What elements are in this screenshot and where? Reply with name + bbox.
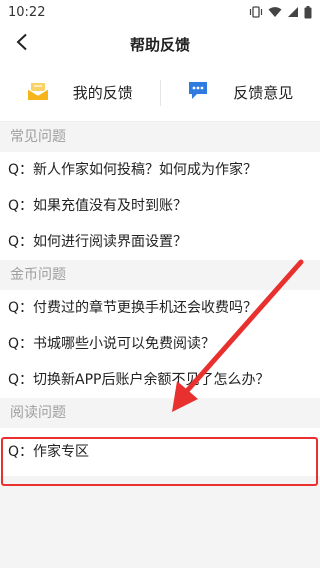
page-title: 帮助反馈 (129, 35, 190, 54)
status-icons (249, 5, 312, 19)
section-header-coins: 金币问题 (0, 260, 320, 290)
my-feedback-button[interactable]: 我的反馈 (0, 64, 160, 121)
status-bar: 10:22 (0, 0, 320, 24)
status-time: 10:22 (8, 4, 46, 20)
reading-questions-list: Q：作家专区 (0, 428, 320, 476)
mail-icon (27, 81, 49, 105)
signal-icon (287, 6, 299, 18)
top-actions: 我的反馈 反馈意见 (0, 64, 320, 122)
my-feedback-label: 我的反馈 (72, 84, 133, 102)
faq-item[interactable]: Q：如何进行阅读界面设置？ (0, 224, 320, 260)
faq-item[interactable]: Q：如果充值没有及时到账？ (0, 188, 320, 224)
faq-item[interactable]: Q：书城哪些小说可以免费阅读？ (0, 326, 320, 362)
chat-icon (187, 81, 209, 105)
faq-item-writer-zone[interactable]: Q：作家专区 (0, 428, 320, 476)
section-header-common: 常见问题 (0, 122, 320, 152)
back-button[interactable] (8, 30, 36, 58)
faq-item[interactable]: Q：付费过的章节更换手机还会收费吗？ (0, 290, 320, 326)
chevron-left-icon (16, 33, 28, 55)
submit-feedback-label: 反馈意见 (233, 84, 294, 102)
submit-feedback-button[interactable]: 反馈意见 (161, 64, 320, 121)
faq-item[interactable]: Q：切换新APP后账户余额不见了怎么办？ (0, 362, 320, 398)
battery-icon (304, 5, 312, 19)
section-header-reading: 阅读问题 (0, 398, 320, 428)
coin-questions-list: Q：付费过的章节更换手机还会收费吗？ Q：书城哪些小说可以免费阅读？ Q：切换新… (0, 290, 320, 398)
common-questions-list: Q：新人作家如何投稿？如何成为作家？ Q：如果充值没有及时到账？ Q：如何进行阅… (0, 152, 320, 260)
vibrate-icon (249, 6, 263, 18)
wifi-icon (268, 6, 282, 18)
title-bar: 帮助反馈 (0, 24, 320, 64)
faq-item[interactable]: Q：新人作家如何投稿？如何成为作家？ (0, 152, 320, 188)
